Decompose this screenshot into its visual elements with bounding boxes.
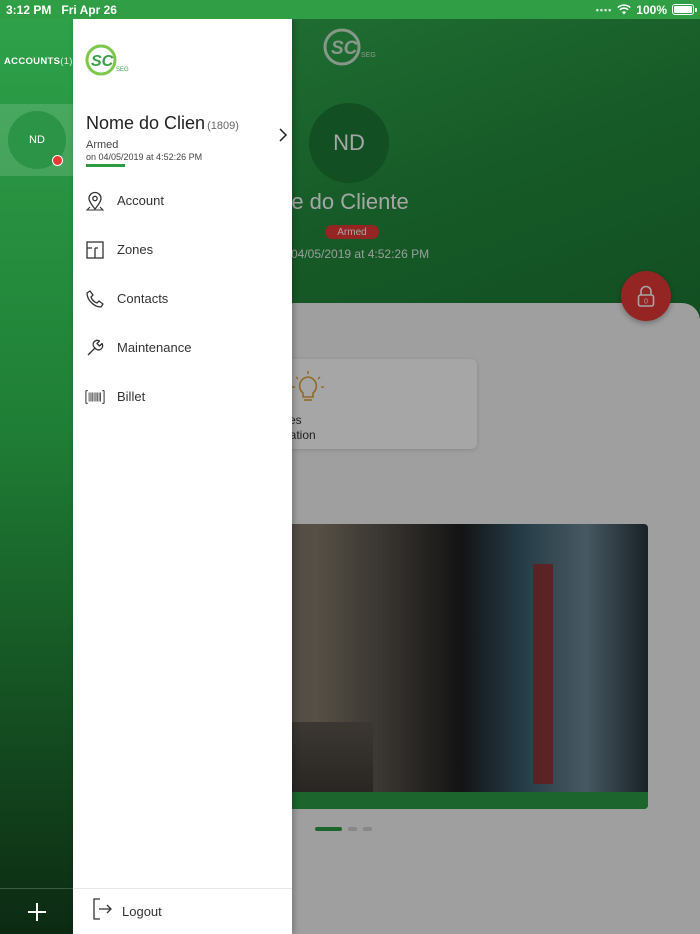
- map-pin-icon: [85, 191, 105, 211]
- accounts-rail: ACCOUNTS(1) ND: [0, 19, 73, 934]
- menu-label: Zones: [117, 242, 154, 257]
- menu-item-billet[interactable]: Billet: [73, 372, 292, 421]
- menu-label: Contacts: [117, 291, 169, 306]
- profile-state: Armed: [86, 139, 119, 151]
- battery-percent: 100%: [636, 2, 667, 17]
- profile-id: (1809): [207, 120, 239, 132]
- menu-item-maintenance[interactable]: Maintenance: [73, 323, 292, 372]
- svg-text:SEG: SEG: [116, 67, 129, 73]
- barcode-icon: [85, 387, 105, 407]
- svg-text:SC: SC: [91, 53, 114, 70]
- menu-item-zones[interactable]: Zones: [73, 225, 292, 274]
- status-bar: 3:12 PM Fri Apr 26 •••• 100%: [0, 0, 700, 19]
- menu-label: Account: [117, 193, 164, 208]
- status-date: Fri Apr 26: [61, 2, 117, 17]
- add-account-button[interactable]: [0, 888, 73, 934]
- wifi-icon: [617, 4, 632, 15]
- signal-dots-icon: ••••: [595, 4, 613, 15]
- logout-label: Logout: [122, 904, 162, 919]
- profile-summary[interactable]: Nome do Clien (1809) Armed on 04/05/2019 …: [86, 113, 288, 167]
- profile-name: Nome do Clien: [86, 113, 206, 133]
- menu-label: Maintenance: [117, 340, 192, 355]
- accounts-count: (1): [60, 56, 73, 67]
- status-time: 3:12 PM: [6, 2, 52, 17]
- menu-item-contacts[interactable]: Contacts: [73, 274, 292, 323]
- profile-status-bar: [86, 164, 125, 167]
- accounts-title-text: ACCOUNTS: [4, 56, 61, 67]
- menu-item-account[interactable]: Account: [73, 176, 292, 225]
- menu-label: Billet: [117, 389, 146, 404]
- logout-button[interactable]: Logout: [73, 888, 292, 934]
- account-status-dot: [52, 155, 63, 166]
- accounts-title: ACCOUNTS(1): [4, 56, 73, 67]
- profile-date: on 04/05/2019 at 4:52:26 PM: [86, 152, 203, 162]
- drawer-logo-icon: SC SEG: [85, 44, 129, 76]
- floorplan-icon: [85, 240, 105, 260]
- chevron-right-icon: [279, 128, 288, 142]
- drawer-menu: Account Zones Contacts Maintenance Bille…: [73, 176, 292, 421]
- battery-icon: [672, 4, 697, 15]
- account-item[interactable]: ND: [0, 104, 73, 176]
- status-right: •••• 100%: [595, 2, 697, 17]
- navigation-drawer: SC SEG Nome do Clien (1809) Armed on 04/0…: [73, 19, 292, 934]
- phone-icon: [85, 289, 105, 309]
- plus-icon: [27, 902, 46, 921]
- wrench-icon: [85, 338, 105, 358]
- logout-icon: [92, 898, 112, 925]
